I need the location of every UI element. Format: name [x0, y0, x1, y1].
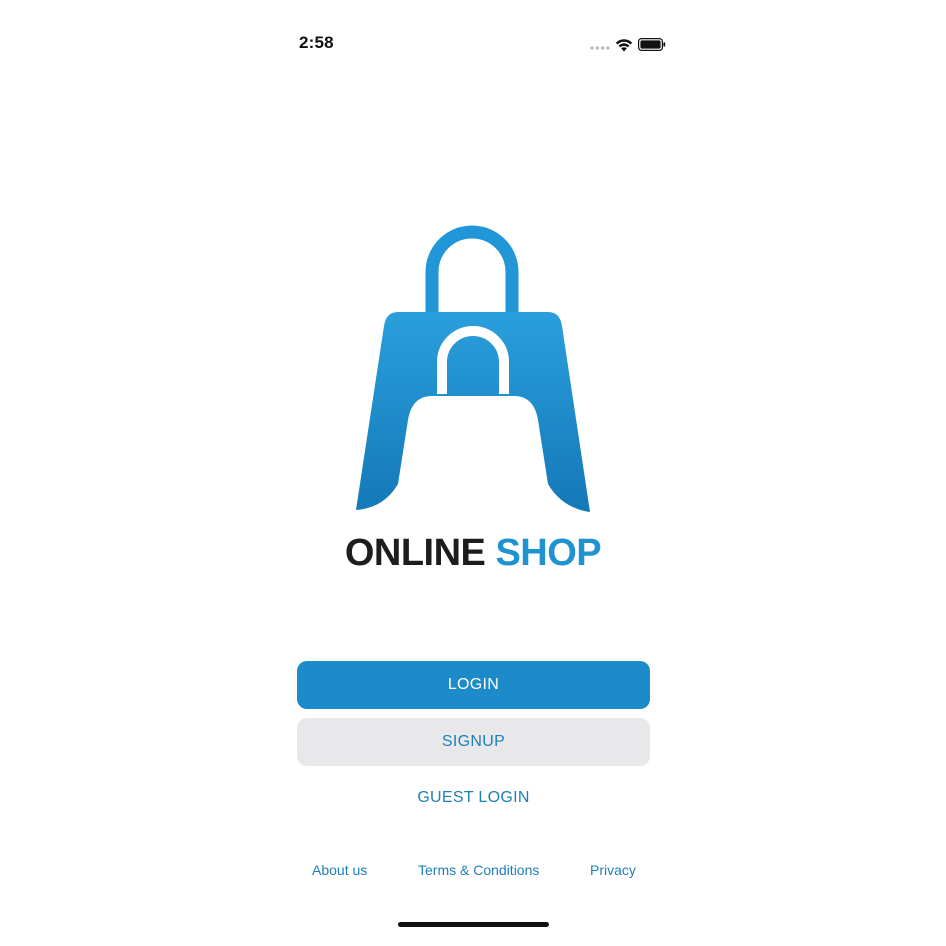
signup-button[interactable]: SIGNUP [297, 718, 650, 766]
wifi-icon [615, 39, 633, 52]
about-us-link[interactable]: About us [312, 862, 367, 878]
brand-wordmark: ONLINE SHOP [0, 530, 946, 576]
guest-login-button[interactable]: GUEST LOGIN [297, 774, 650, 822]
app-screen: 2:58 ONLINE SHOP LOGIN SIGNUP GUEST LOGI… [0, 0, 946, 946]
privacy-link[interactable]: Privacy [590, 862, 636, 878]
status-bar-icons [588, 35, 668, 55]
brand-word-online: ONLINE [344, 532, 486, 574]
battery-icon [638, 38, 666, 51]
status-time: 2:58 [299, 33, 334, 52]
login-button[interactable]: LOGIN [297, 661, 650, 709]
shopping-bag-logo-icon [356, 225, 590, 512]
home-indicator[interactable] [398, 922, 549, 927]
cellular-signal-icon [590, 46, 610, 50]
brand-word-shop: SHOP [495, 532, 602, 574]
terms-conditions-link[interactable]: Terms & Conditions [418, 862, 539, 878]
